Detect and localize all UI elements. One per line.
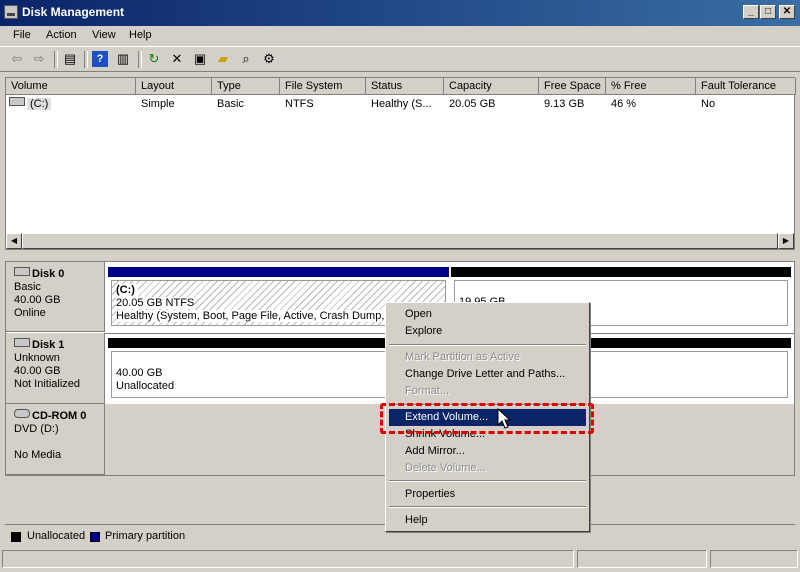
partition-c-status: Healthy (System, Boot, Page File, Active…	[116, 310, 395, 322]
partition-c-size: 20.05 GB NTFS	[116, 297, 195, 309]
toolbar-separator	[84, 51, 88, 68]
horizontal-scrollbar[interactable]: ◀ ▶	[6, 233, 794, 249]
cdrom-0-state: No Media	[14, 449, 62, 461]
column-header-layout[interactable]: Layout	[136, 78, 212, 95]
status-panel-main	[2, 550, 574, 568]
layout-cell: Simple	[141, 98, 175, 110]
disk-icon	[14, 338, 30, 347]
properties-icon[interactable]: ▣	[192, 51, 208, 67]
legend-unallocated-label: Unallocated	[27, 530, 86, 542]
menu-item-format: Format...	[405, 385, 450, 397]
menu-separator	[389, 506, 586, 508]
disk-1-type: Unknown	[14, 352, 60, 364]
delete-icon[interactable]: ✕	[169, 51, 185, 67]
title-bar[interactable]: Disk Management _ □ ✕	[0, 0, 800, 26]
menu-item-open[interactable]: Open	[389, 306, 586, 323]
type-cell: Basic	[217, 98, 244, 110]
status-panel-2	[577, 550, 707, 568]
minimize-button[interactable]: _	[743, 5, 759, 19]
menu-item-help[interactable]: Help	[389, 512, 586, 529]
disk-0-header[interactable]: Disk 0 Basic 40.00 GB Online	[6, 262, 105, 332]
unallocated-bar	[451, 267, 791, 277]
cdrom-0-header[interactable]: CD-ROM 0 DVD (D:) No Media	[6, 404, 105, 475]
menu-item-properties[interactable]: Properties	[389, 486, 586, 503]
partition-c-title: (C:)	[116, 284, 138, 297]
column-header-capacity[interactable]: Capacity	[444, 78, 539, 95]
legend-unallocated-swatch	[11, 532, 21, 542]
show-hide-console-tree-icon[interactable]: ▤	[62, 51, 78, 67]
settings-icon[interactable]: ⚙	[261, 51, 277, 67]
disk-1-name: Disk 1	[14, 338, 104, 352]
column-header-type[interactable]: Type	[212, 78, 280, 95]
disk-1-header[interactable]: Disk 1 Unknown 40.00 GB Not Initialized	[6, 333, 105, 404]
toolbar-separator	[138, 51, 142, 68]
disk-0-type: Basic	[14, 281, 41, 293]
menu-file[interactable]: File	[13, 29, 31, 41]
properties-pane-icon[interactable]: ▥	[115, 51, 131, 67]
menu-help[interactable]: Help	[129, 29, 152, 41]
disk-1-state: Not Initialized	[14, 378, 81, 390]
scrollbar-thumb[interactable]	[22, 233, 778, 249]
refresh-icon[interactable]: ↻	[146, 51, 162, 67]
scroll-left-icon[interactable]: ◀	[6, 233, 22, 249]
menu-bar: File Action View Help	[0, 26, 800, 46]
menu-item-add-mirror[interactable]: Add Mirror...	[389, 443, 586, 460]
column-header-status[interactable]: Status	[366, 78, 444, 95]
toolbar-separator	[54, 51, 58, 68]
percent-free-cell: 46 %	[611, 98, 637, 110]
menu-separator	[389, 480, 586, 482]
drive-icon	[9, 97, 25, 106]
disk-0-name: Disk 0	[14, 267, 104, 281]
status-panel-3	[710, 550, 798, 568]
window-title: Disk Management	[22, 5, 125, 19]
menu-view[interactable]: View	[92, 29, 116, 41]
menu-item-explore[interactable]: Explore	[389, 323, 586, 340]
cdrom-0-name: CD-ROM 0	[14, 409, 104, 423]
column-header-volume[interactable]: Volume	[6, 78, 136, 95]
open-folder-icon[interactable]: ▰	[215, 51, 231, 67]
file-system-cell: NTFS	[285, 98, 314, 110]
status-bar	[0, 548, 800, 572]
menu-item-delete-volume: Delete Volume...	[405, 462, 486, 474]
close-button[interactable]: ✕	[779, 5, 795, 19]
forward-arrow-icon[interactable]: ⇨	[31, 51, 47, 67]
maximize-button[interactable]: □	[760, 5, 776, 19]
volume-list: Volume Layout Type File System Status Ca…	[5, 77, 796, 250]
disk-icon	[14, 267, 30, 276]
primary-partition-bar	[108, 267, 449, 277]
status-cell: Healthy (S...	[371, 98, 432, 110]
menu-separator	[389, 344, 586, 346]
menu-item-mark-partition-active: Mark Partition as Active	[405, 351, 520, 363]
cdrom-0-type: DVD (D:)	[14, 423, 59, 435]
back-arrow-icon[interactable]: ⇦	[9, 51, 25, 67]
help-icon[interactable]: ?	[92, 51, 108, 67]
legend-primary-swatch	[90, 532, 100, 542]
search-icon[interactable]: ⌕	[238, 51, 254, 67]
volume-cell[interactable]: (C:)	[6, 97, 52, 111]
fault-tolerance-cell: No	[701, 98, 716, 110]
column-header-file-system[interactable]: File System	[280, 78, 366, 95]
cdrom-icon	[14, 409, 30, 418]
free-space-cell: 9.13 GB	[544, 98, 585, 110]
capacity-cell: 20.05 GB	[449, 98, 496, 110]
toolbar: ⇦ ⇨ ▤ ? ▥ ↻ ✕ ▣ ▰ ⌕ ⚙	[0, 46, 800, 72]
disk-0-size: 40.00 GB	[14, 294, 61, 306]
column-header-free-space[interactable]: Free Space	[539, 78, 606, 95]
disk-management-app-icon	[4, 5, 18, 19]
mouse-cursor-icon	[497, 408, 511, 429]
column-header-percent-free[interactable]: % Free	[606, 78, 696, 95]
menu-action[interactable]: Action	[46, 29, 77, 41]
disk-1-size: 40.00 GB	[14, 365, 61, 377]
disk-0-state: Online	[14, 307, 46, 319]
menu-item-change-drive-letter[interactable]: Change Drive Letter and Paths...	[389, 366, 586, 383]
extend-volume-highlight	[380, 403, 594, 434]
legend-primary-label: Primary partition	[105, 530, 186, 542]
column-header-fault-tolerance[interactable]: Fault Tolerance	[696, 78, 796, 95]
scroll-right-icon[interactable]: ▶	[778, 233, 794, 249]
